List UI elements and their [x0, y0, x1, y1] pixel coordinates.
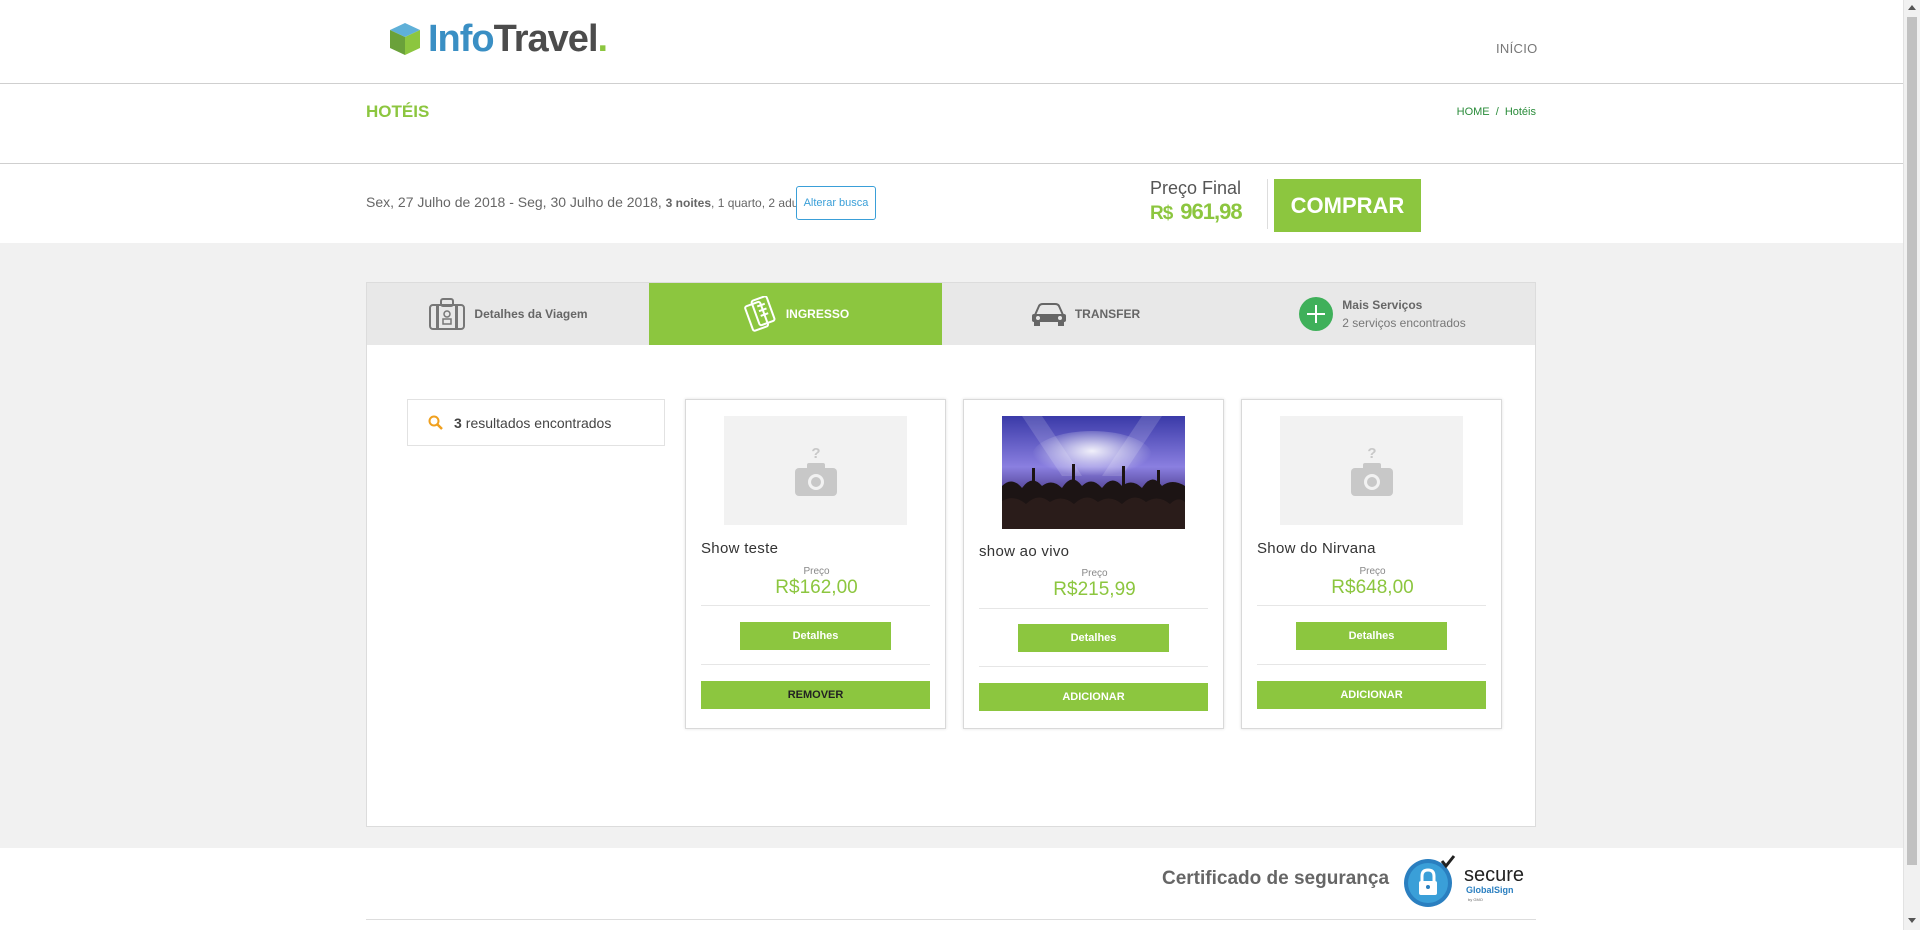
- logo-info-text: Info: [428, 17, 495, 60]
- logo-wordmark: InfoTravel.: [428, 17, 609, 61]
- tab-sublabel: 2 serviços encontrados: [1342, 316, 1466, 330]
- suitcase-icon: [429, 298, 466, 330]
- scrollbar-thumb[interactable]: [1907, 17, 1917, 865]
- seal-by: by GMO: [1468, 897, 1483, 902]
- cube-logo-icon: [390, 23, 420, 55]
- ticket-card: show ao vivo Preço R$215,99 Detalhes ADI…: [963, 399, 1224, 729]
- secure-lock-icon: secure GlobalSign by GMO: [1404, 855, 1524, 907]
- ticket-price: R$162,00: [775, 577, 858, 598]
- price-amount: 961,98: [1180, 199, 1242, 224]
- divider: [979, 608, 1208, 609]
- concert-photo: [1002, 416, 1185, 529]
- details-button[interactable]: Detalhes: [740, 622, 891, 650]
- concert-photo-image: [1002, 416, 1185, 529]
- price-divider: [1267, 179, 1268, 229]
- add-button[interactable]: ADICIONAR: [979, 683, 1208, 711]
- breadcrumb-home-link[interactable]: HOME: [1457, 106, 1490, 118]
- tab-label: INGRESSO: [785, 307, 850, 321]
- scroll-up-arrow-icon[interactable]: [1908, 5, 1916, 10]
- details-button[interactable]: Detalhes: [1018, 624, 1169, 652]
- page-title-bar: HOTÉIS HOME / Hotéis: [0, 84, 1903, 164]
- divider: [1257, 605, 1486, 606]
- ticket-image-placeholder: ?: [724, 416, 907, 525]
- ticket-image-placeholder: ?: [1280, 416, 1463, 525]
- final-price-value: R$ 961,98: [1150, 199, 1243, 225]
- breadcrumb: HOME / Hotéis: [1457, 106, 1536, 118]
- ticket-card: ? Show teste Preço R$162,00 Detalhes REM…: [685, 399, 946, 729]
- divider: [979, 666, 1208, 667]
- nav-inicio-link[interactable]: INÍCIO: [1496, 41, 1538, 56]
- search-summary-bar: Sex, 27 Julho de 2018 - Seg, 30 Julho de…: [0, 165, 1903, 243]
- divider: [701, 605, 930, 606]
- final-price: Preço Final R$ 961,98: [1150, 178, 1243, 225]
- site-header: InfoTravel. INÍCIO: [0, 0, 1903, 84]
- divider: [701, 664, 930, 665]
- tab-detalhes-viagem[interactable]: Detalhes da Viagem: [367, 283, 649, 345]
- logo-dot: .: [597, 17, 609, 60]
- plus-circle-icon: [1299, 297, 1334, 331]
- alter-search-button[interactable]: Alterar busca: [796, 186, 876, 220]
- svg-text:?: ?: [1367, 445, 1376, 462]
- security-certificate-label: Certificado de segurança: [1162, 868, 1390, 889]
- breadcrumb-separator: /: [1495, 106, 1499, 118]
- infotravel-logo[interactable]: InfoTravel.: [388, 17, 609, 61]
- search-dates: Sex, 27 Julho de 2018 - Seg, 30 Julho de…: [366, 194, 662, 210]
- ticket-card: ? Show do Nirvana Preço R$648,00 Detalhe…: [1241, 399, 1502, 729]
- details-button[interactable]: Detalhes: [1296, 622, 1447, 650]
- tab-mais-servicos[interactable]: Mais Serviços 2 serviços encontrados: [1229, 283, 1535, 345]
- ticket-icon: [743, 296, 776, 332]
- search-summary: Sex, 27 Julho de 2018 - Seg, 30 Julho de…: [366, 194, 817, 210]
- page-scrollbar[interactable]: [1903, 0, 1920, 930]
- tab-label: TRANSFER: [1074, 307, 1141, 321]
- final-price-label: Preço Final: [1150, 178, 1242, 198]
- footer-divider: [366, 919, 1536, 920]
- ticket-name: Show do Nirvana: [1257, 540, 1376, 557]
- car-icon: [1031, 303, 1066, 326]
- tab-transfer[interactable]: TRANSFER: [942, 283, 1229, 345]
- logo-travel-text: Travel: [493, 17, 599, 60]
- add-button[interactable]: ADICIONAR: [1257, 681, 1486, 709]
- buy-button[interactable]: COMPRAR: [1274, 179, 1421, 232]
- breadcrumb-current[interactable]: Hotéis: [1505, 106, 1536, 118]
- tab-label: Mais Serviços: [1342, 298, 1423, 312]
- ticket-price-label: Preço: [1081, 568, 1108, 579]
- ticket-price-label: Preço: [803, 566, 830, 577]
- results-label: resultados encontrados: [465, 414, 612, 431]
- page-title: HOTÉIS: [366, 102, 430, 121]
- ticket-name: show ao vivo: [979, 543, 1070, 560]
- scroll-down-arrow-icon[interactable]: [1908, 918, 1916, 923]
- placeholder-camera-icon: ?: [1350, 445, 1393, 496]
- seal-brand: GlobalSign: [1466, 885, 1514, 895]
- seal-title: secure: [1464, 864, 1524, 886]
- services-panel: Detalhes da Viagem INGRESSO TRANSFER Mai…: [366, 282, 1536, 827]
- results-count-box: 3 resultados encontrados: [407, 399, 665, 446]
- ticket-price: R$648,00: [1331, 577, 1414, 598]
- ticket-name: Show teste: [701, 540, 779, 557]
- globalsign-seal[interactable]: secure GlobalSign by GMO: [1402, 855, 1537, 910]
- ticket-price-label: Preço: [1359, 566, 1386, 577]
- placeholder-camera-icon: ?: [794, 445, 837, 496]
- tab-label: Detalhes da Viagem: [474, 307, 588, 321]
- search-nights: 3 noites: [665, 196, 712, 210]
- remove-button[interactable]: REMOVER: [701, 681, 930, 709]
- ticket-price: R$215,99: [1053, 579, 1136, 600]
- service-tabs: Detalhes da Viagem INGRESSO TRANSFER Mai…: [367, 283, 1535, 345]
- tab-ingresso[interactable]: INGRESSO: [649, 283, 942, 345]
- divider: [1257, 664, 1486, 665]
- svg-text:?: ?: [811, 445, 820, 462]
- results-count: 3: [454, 414, 462, 431]
- price-currency: R$: [1150, 203, 1173, 224]
- search-icon: [428, 415, 443, 430]
